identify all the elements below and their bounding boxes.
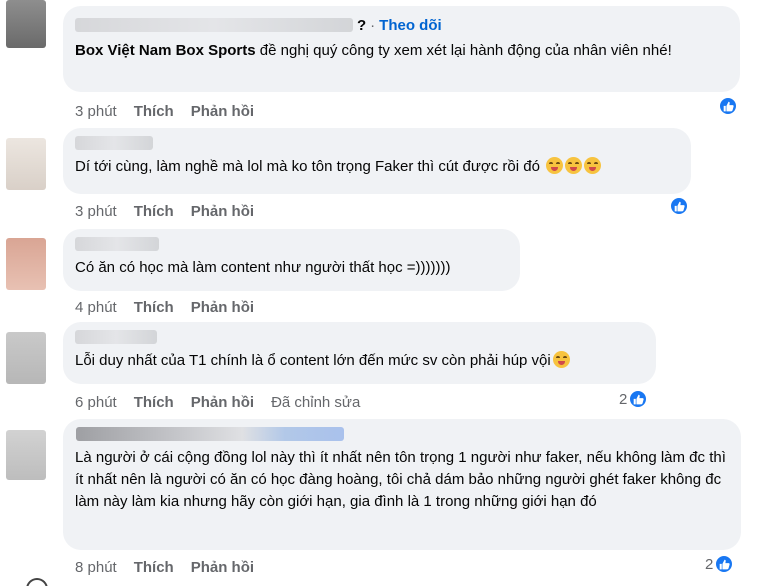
blurred-author-name [75,330,157,344]
comment-actions: 8 phút Thích Phản hồi [75,557,271,577]
reaction-summary[interactable] [718,96,738,116]
comment-text: Là người ở cái cộng đồng lol này thì ít … [75,447,729,513]
comment-text: Có ăn có học mà làm content như người th… [75,257,508,279]
like-icon [669,196,689,216]
timestamp[interactable]: 3 phút [75,203,117,220]
timestamp[interactable]: 6 phút [75,394,117,411]
avatar[interactable] [6,138,46,190]
like-button[interactable]: Thích [134,394,174,411]
laughing-face-emoji [546,157,564,174]
blurred-author-name [76,427,344,441]
comment-body: Dí tới cùng, làm nghề mà lol mà ko tôn t… [75,158,540,175]
like-button[interactable]: Thích [134,559,174,576]
reaction-summary[interactable]: 2 [619,389,649,409]
like-button[interactable]: Thích [134,299,174,316]
comment-bubble: Là người ở cái cộng đồng lol này thì ít … [63,419,741,550]
comment-bubble: Dí tới cùng, làm nghề mà lol mà ko tôn t… [63,128,691,194]
tagged-author[interactable]: Box Việt Nam Box Sports [75,42,256,59]
avatar[interactable] [6,430,46,480]
reaction-count: 2 [705,555,714,573]
comment-body: Lỗi duy nhất của T1 chính là ổ content l… [75,352,551,369]
reaction-summary[interactable] [669,196,689,216]
comment-bubble: Có ăn có học mà làm content như người th… [63,229,520,291]
avatar[interactable] [6,0,46,48]
timestamp[interactable]: 4 phút [75,299,117,316]
comment-bubble: Lỗi duy nhất của T1 chính là ổ content l… [63,322,656,384]
timestamp[interactable]: 3 phút [75,103,117,120]
avatar[interactable] [6,332,46,384]
comment-body: đề nghị quý công ty xem xét lại hành độn… [255,42,672,59]
reaction-count: 2 [619,390,628,408]
reply-button[interactable]: Phản hồi [191,299,254,316]
reaction-summary[interactable]: 2 [705,554,735,574]
comment-bubble: ? · Theo dõi Box Việt Nam Box Sports đề … [63,6,740,92]
reply-button[interactable]: Phản hồi [191,394,254,411]
comment-header: ? · Theo dõi [75,14,728,36]
reply-button[interactable]: Phản hồi [191,203,254,220]
like-button[interactable]: Thích [134,103,174,120]
laughing-face-emoji [565,157,583,174]
comment-actions: 3 phút Thích Phản hồi [75,201,271,221]
timestamp[interactable]: 8 phút [75,559,117,576]
laughing-face-emoji [584,157,602,174]
separator: · [370,16,376,34]
laughing-face-emoji [552,351,570,368]
edited-label[interactable]: Đã chỉnh sửa [271,394,360,411]
comment-text: Box Việt Nam Box Sports đề nghị quý công… [75,40,728,62]
reply-button[interactable]: Phản hồi [191,103,254,120]
blurred-author-name [75,18,353,32]
follow-button[interactable]: Theo dõi [379,17,442,34]
comment-actions: 6 phút Thích Phản hồi Đã chỉnh sửa [75,392,377,412]
avatar[interactable] [6,238,46,290]
avatar-partial[interactable] [26,578,48,586]
blurred-author-name [75,237,159,251]
comment-body: Có ăn có học mà làm content như người th… [75,259,451,276]
comment-body: Là người ở cái cộng đồng lol này thì ít … [75,449,726,510]
comment-text: Lỗi duy nhất của T1 chính là ổ content l… [75,350,644,372]
comment-text: Dí tới cùng, làm nghề mà lol mà ko tôn t… [75,156,679,178]
reply-button[interactable]: Phản hồi [191,559,254,576]
like-icon [628,389,649,409]
like-icon [714,554,735,574]
header-suffix: ? [357,16,367,34]
like-button[interactable]: Thích [134,203,174,220]
blurred-author-name [75,136,153,150]
comment-actions: 4 phút Thích Phản hồi [75,297,271,317]
like-icon [718,96,738,116]
comment-actions: 3 phút Thích Phản hồi [75,101,271,121]
